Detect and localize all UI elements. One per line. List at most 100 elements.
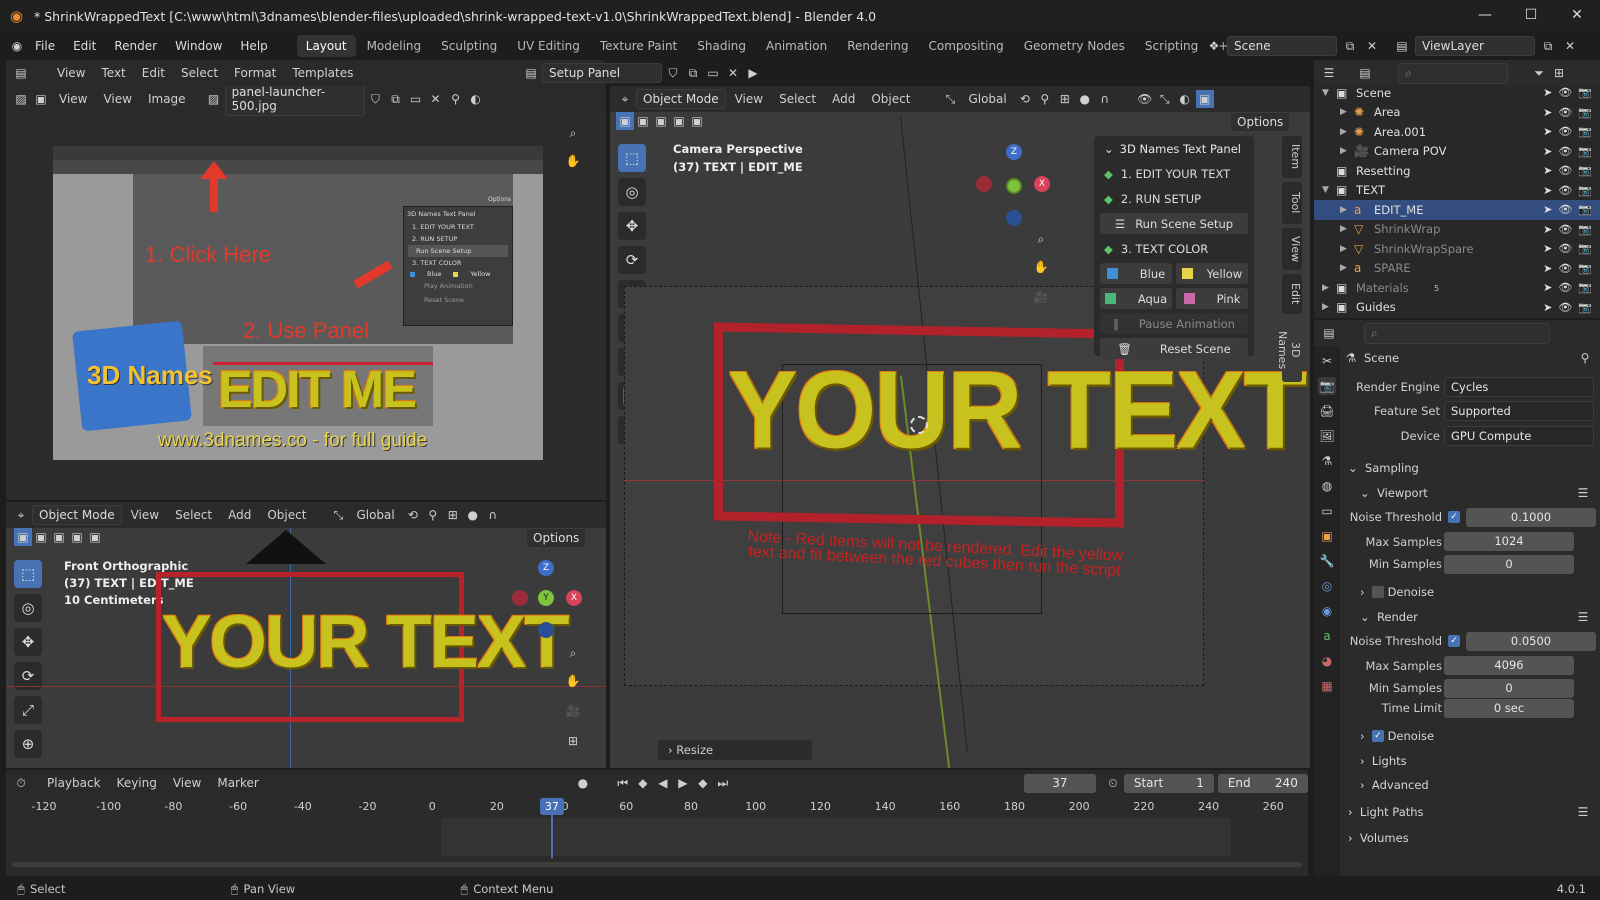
main-select-subtract-icon[interactable]: ▣ (652, 112, 670, 130)
minimize-icon[interactable]: — (1462, 0, 1508, 32)
timeline-scrollbar[interactable] (12, 862, 1302, 867)
viewlayer-selector[interactable]: ViewLayer (1415, 36, 1535, 56)
render-camera-icon[interactable]: 📷 (1578, 184, 1592, 197)
fake-user-icon[interactable]: ⛉ (664, 64, 682, 82)
front-your-text[interactable]: YOUR TEXT (162, 602, 569, 682)
hide-eye-icon[interactable]: 👁 (1558, 184, 1572, 197)
modifier-tab-icon[interactable]: 🔧 (1318, 552, 1336, 570)
menu-render[interactable]: Render (105, 39, 166, 53)
main-select-box-tool-icon[interactable]: ⬚ (618, 144, 646, 172)
select-toggle-icon[interactable]: ➤ (1543, 203, 1552, 216)
timeline-menu-keying[interactable]: Keying (110, 773, 164, 793)
gizmo-z-icon[interactable]: Z (538, 560, 554, 576)
tab-shading[interactable]: Shading (688, 35, 755, 57)
front-menu-select[interactable]: Select (168, 505, 219, 525)
particles-tab-icon[interactable]: ◎ (1318, 577, 1336, 595)
front-menu-view[interactable]: View (124, 505, 166, 525)
select-toggle-icon[interactable]: ➤ (1543, 145, 1552, 158)
front-menu-add[interactable]: Add (221, 505, 258, 525)
menu-edit[interactable]: Edit (64, 39, 105, 53)
select-toggle-icon[interactable]: ➤ (1543, 164, 1552, 177)
main-select-intersect-icon[interactable]: ▣ (688, 112, 706, 130)
main-camera-view-icon[interactable]: 🎥 (1032, 288, 1050, 306)
viewport-presets-icon[interactable]: ☰ (1574, 484, 1592, 502)
remove-viewlayer-icon[interactable]: ✕ (1561, 37, 1579, 55)
tool-tab-icon[interactable]: ✂ (1318, 352, 1336, 370)
open-text-icon[interactable]: ▭ (704, 64, 722, 82)
image-fake-user-icon[interactable]: ⛉ (367, 90, 385, 108)
render-camera-icon[interactable]: 📷 (1578, 262, 1592, 275)
remove-scene-icon[interactable]: ✕ (1363, 37, 1381, 55)
jump-end-icon[interactable]: ⏭ (714, 774, 732, 792)
lights-subpanel-header[interactable]: › Lights (1340, 749, 1600, 774)
tab-texture-paint[interactable]: Texture Paint (591, 35, 686, 57)
select-toggle-icon[interactable]: ➤ (1543, 125, 1552, 138)
scene-selector[interactable]: Scene (1227, 36, 1337, 56)
tab-tool[interactable]: Tool (1282, 182, 1302, 224)
main-select-new-icon[interactable]: ▣ (616, 112, 634, 130)
collapse-arrow-icon[interactable]: ▶ (1340, 146, 1347, 156)
main-pan-icon[interactable]: ✋ (1032, 258, 1050, 276)
resize-operator-panel[interactable]: › Resize (658, 740, 812, 760)
render-tab-icon[interactable]: 📷 (1318, 377, 1336, 395)
front-proportional-icon[interactable]: ● (464, 506, 482, 524)
main-menu-object[interactable]: Object (864, 89, 917, 109)
select-toggle-icon[interactable]: ➤ (1543, 223, 1552, 236)
collapse-arrow-icon[interactable]: ▶ (1340, 263, 1347, 273)
main-falloff-icon[interactable]: ∩ (1096, 90, 1114, 108)
main-select-extend-icon[interactable]: ▣ (634, 112, 652, 130)
outliner-row[interactable]: ▶ ▽ ShrinkWrapSpare ➤ 👁 📷 (1314, 239, 1600, 259)
text-file-selector[interactable]: Setup Panel (542, 63, 662, 83)
current-frame-field[interactable]: 37 (1023, 773, 1096, 793)
outliner-row[interactable]: ▶ a SPARE ➤ 👁 📷 (1314, 259, 1600, 279)
r-noise-field[interactable]: 0.0500 (1466, 631, 1596, 651)
render-subpanel-header[interactable]: ⌄ Render ☰ (1340, 605, 1600, 630)
image-pin-icon[interactable]: ⚲ (447, 90, 465, 108)
main-zoom-icon[interactable]: ⌕ (1032, 230, 1050, 248)
front-falloff-icon[interactable]: ∩ (484, 506, 502, 524)
select-toggle-icon[interactable]: ➤ (1543, 184, 1552, 197)
transform-tool-icon[interactable]: ⊕ (14, 730, 42, 758)
main-snap-icon[interactable]: ⚲ (1036, 90, 1054, 108)
main-editor-type-icon[interactable]: ⌖ (616, 90, 634, 108)
r-max-samples-field[interactable]: 4096 (1444, 656, 1574, 676)
gizmo-x-icon[interactable]: X (566, 590, 582, 606)
front-viewport[interactable]: ⌖ Object Mode View Select Add Object ⤡ G… (6, 502, 606, 768)
blue-color-button[interactable]: Blue (1100, 263, 1172, 284)
main-orient-selector[interactable]: Global (961, 89, 1013, 109)
main-gizmo-x-icon[interactable]: X (1034, 176, 1050, 192)
visibility-icon[interactable]: 👁 (1136, 90, 1154, 108)
front-pan-icon[interactable]: ✋ (564, 672, 582, 690)
main-menu-select[interactable]: Select (772, 89, 823, 109)
hide-eye-icon[interactable]: 👁 (1558, 164, 1572, 177)
front-snap-icon[interactable]: ⚲ (424, 506, 442, 524)
select-toggle-icon[interactable]: ➤ (1543, 301, 1552, 314)
text-menu-view[interactable]: View (50, 63, 92, 83)
select-intersect-icon[interactable]: ▣ (86, 528, 104, 546)
select-extend-icon[interactable]: ▣ (32, 528, 50, 546)
run-scene-setup-button[interactable]: ☰ Run Scene Setup (1100, 213, 1248, 234)
filter-icon[interactable]: ⏷ (1530, 64, 1548, 82)
xray-icon[interactable]: ▣ (1195, 90, 1214, 108)
collapse-arrow-icon[interactable]: ▶ (1340, 127, 1347, 137)
feature-set-select[interactable]: Supported (1444, 401, 1594, 422)
main-pivot-icon[interactable]: ⟲ (1016, 90, 1034, 108)
pink-color-button[interactable]: Pink (1176, 288, 1248, 309)
main-viewport[interactable]: ⌖ Object Mode View Select Add Object ⤡ G… (610, 86, 1310, 768)
physics-tab-icon[interactable]: ◉ (1318, 602, 1336, 620)
display-mode-icon[interactable]: ▤ (1356, 64, 1374, 82)
collapse-arrow-icon[interactable]: ▶ (1340, 205, 1347, 215)
expand-arrow-icon[interactable]: ▼ (1322, 185, 1329, 195)
hide-eye-icon[interactable]: 👁 (1558, 145, 1572, 158)
render-camera-icon[interactable]: 📷 (1578, 242, 1592, 255)
tab-sculpting[interactable]: Sculpting (432, 35, 506, 57)
zoom-icon[interactable]: ⌕ (564, 124, 582, 142)
scale-tool-icon[interactable]: ⤢ (14, 696, 42, 724)
gizmo-neg-x-icon[interactable] (512, 590, 528, 606)
gizmo-toggle-icon[interactable]: ⤡ (1156, 90, 1174, 108)
front-options-button[interactable]: Options (526, 528, 587, 548)
render-camera-icon[interactable]: 📷 (1578, 281, 1592, 294)
image-unlink-icon[interactable]: ✕ (427, 90, 445, 108)
image-menu-view[interactable]: View (96, 89, 138, 109)
main-rotate-tool-icon[interactable]: ⟳ (618, 246, 646, 274)
